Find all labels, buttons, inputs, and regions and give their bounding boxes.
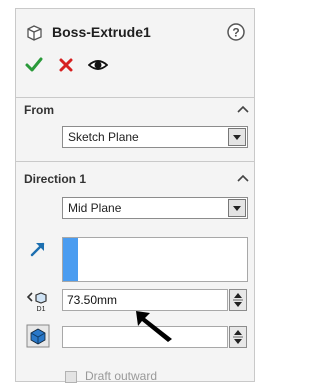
draft-on-off-icon[interactable] bbox=[26, 324, 50, 348]
draft-angle-input[interactable] bbox=[62, 326, 228, 348]
draft-outward-label: Draft outward bbox=[85, 369, 158, 383]
dropdown-arrow-icon[interactable] bbox=[228, 199, 246, 217]
preview-eye-icon[interactable] bbox=[88, 55, 108, 75]
selection-focus-bar bbox=[63, 238, 78, 281]
from-section-title: From bbox=[24, 103, 54, 117]
spin-up-down-icon bbox=[233, 293, 243, 307]
feature-title: Boss-Extrude1 bbox=[52, 24, 151, 40]
extrude-box-icon bbox=[27, 25, 42, 41]
chevron-down-icon bbox=[233, 206, 241, 211]
draft-angle-spinner[interactable] bbox=[229, 326, 247, 348]
svg-text:?: ? bbox=[232, 26, 239, 40]
ok-checkmark-icon[interactable] bbox=[24, 55, 44, 75]
end-condition-value: Mid Plane bbox=[68, 201, 122, 215]
cancel-x-icon[interactable] bbox=[56, 55, 76, 75]
spin-up-down-icon bbox=[233, 330, 243, 344]
direction-selection-box[interactable] bbox=[62, 237, 248, 282]
panel-header: Boss-Extrude1 ? bbox=[16, 9, 254, 97]
reverse-direction-arrow-icon[interactable] bbox=[26, 237, 50, 261]
depth-input[interactable]: 73.50mm bbox=[62, 289, 228, 311]
property-manager-panel: Boss-Extrude1 ? From Sketch Plane Direct… bbox=[15, 8, 255, 383]
divider bbox=[16, 97, 254, 98]
end-condition-dropdown[interactable]: Mid Plane bbox=[62, 197, 248, 219]
divider bbox=[16, 161, 254, 162]
help-icon[interactable]: ? bbox=[226, 22, 246, 42]
depth-label-d1: D1 bbox=[37, 306, 46, 313]
draft-outward-checkbox[interactable] bbox=[65, 371, 77, 383]
depth-dimension-icon: D1 bbox=[26, 292, 47, 313]
chevron-down-icon bbox=[233, 135, 241, 140]
depth-spinner[interactable] bbox=[229, 289, 247, 311]
start-condition-value: Sketch Plane bbox=[68, 130, 139, 144]
depth-value: 73.50mm bbox=[67, 293, 118, 307]
collapse-chevron-up-icon[interactable] bbox=[236, 172, 250, 184]
direction1-section-title: Direction 1 bbox=[24, 172, 87, 186]
start-condition-dropdown[interactable]: Sketch Plane bbox=[62, 126, 248, 148]
collapse-chevron-up-icon[interactable] bbox=[236, 103, 250, 115]
dropdown-arrow-icon[interactable] bbox=[228, 128, 246, 146]
